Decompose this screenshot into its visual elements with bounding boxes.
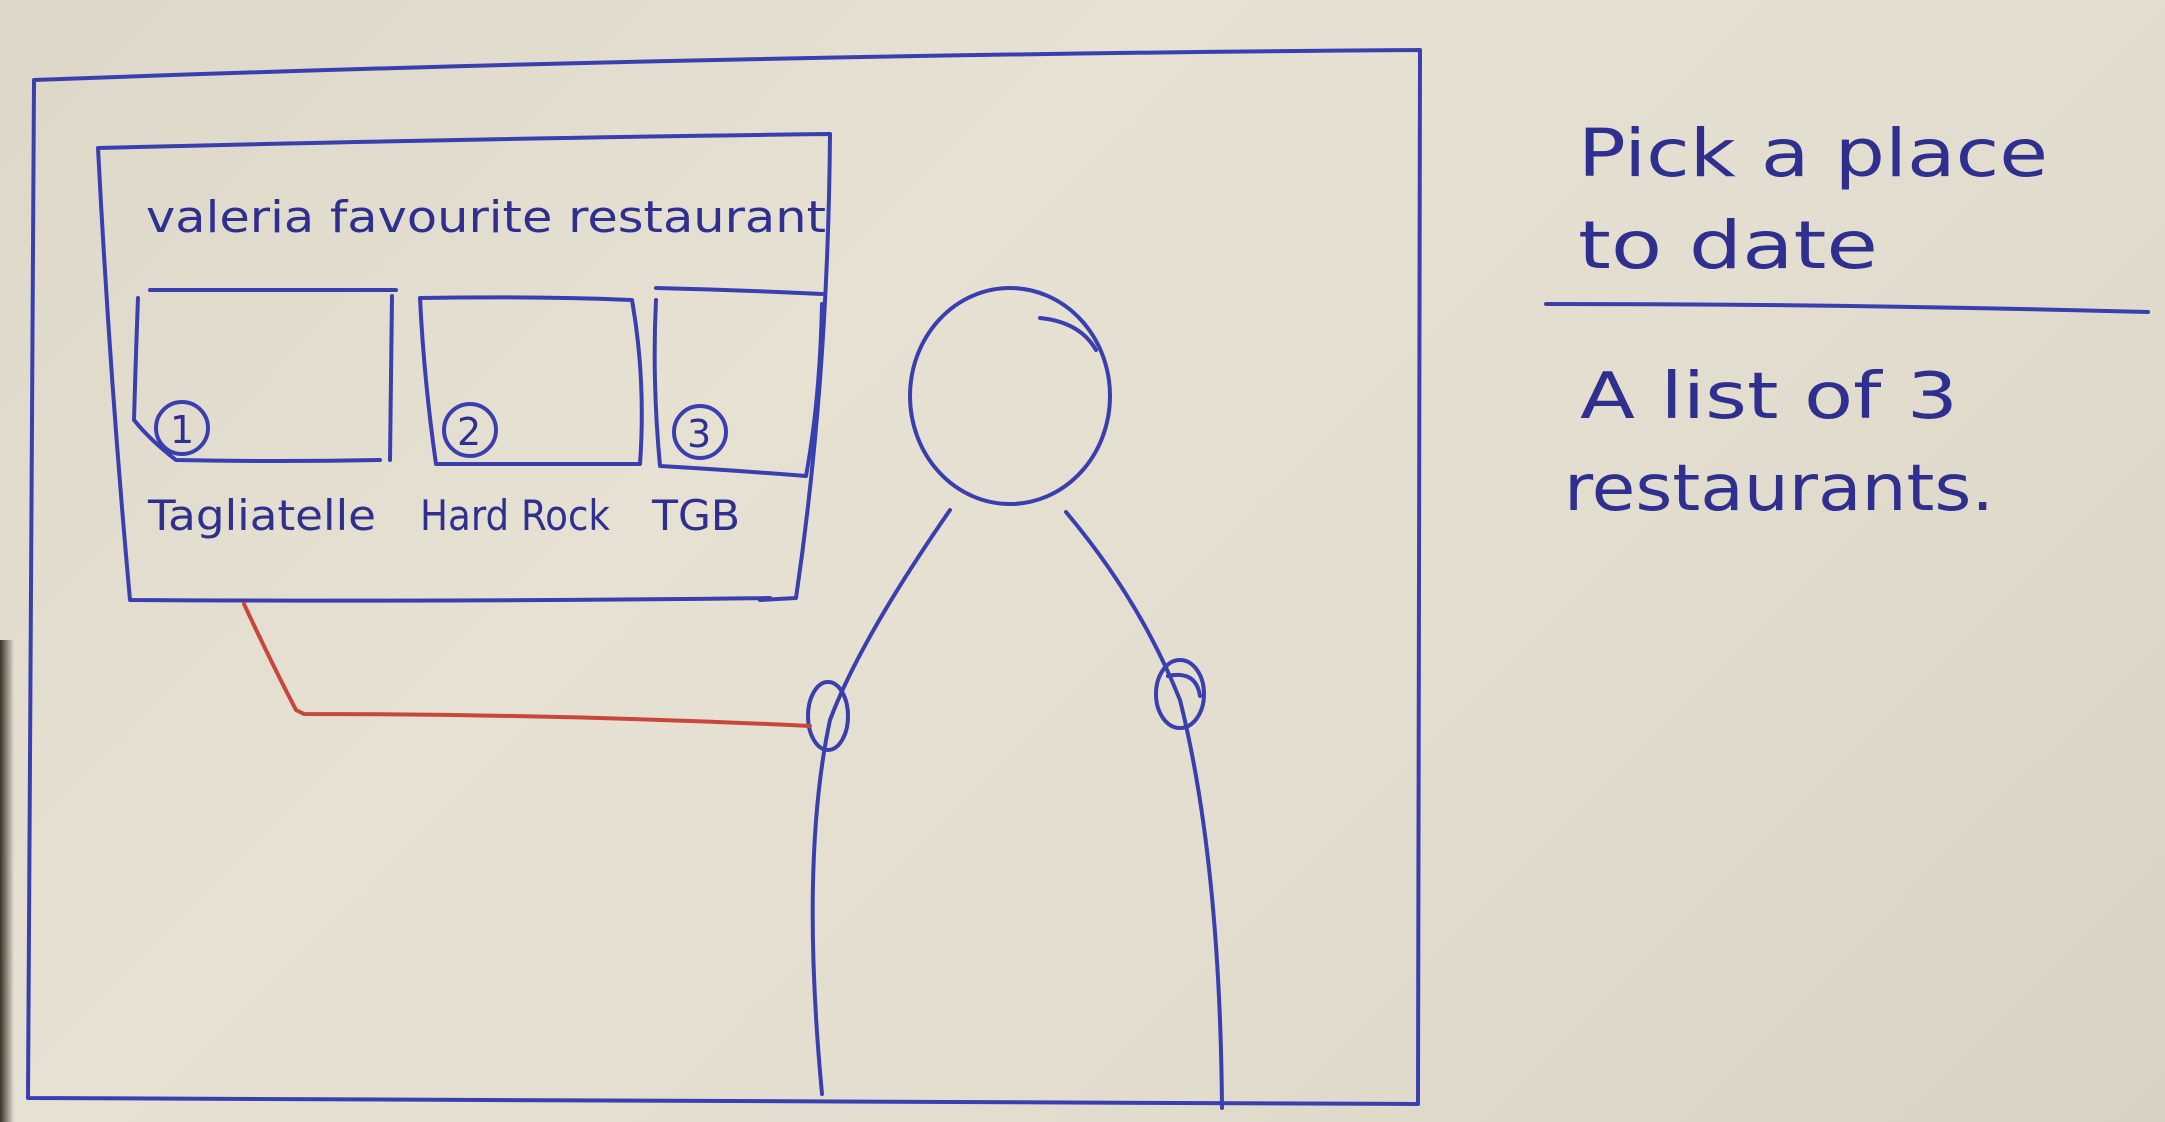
- notes-divider: [1544, 302, 2150, 314]
- user-figure: [806, 286, 1224, 1110]
- notes-heading-line-2: to date: [1578, 207, 1878, 284]
- user-body-left: [810, 508, 952, 1096]
- restaurant-name-3: TGB: [651, 491, 740, 540]
- panel-title: valeria favourite restaurant: [146, 192, 826, 243]
- interaction-connector: [242, 602, 812, 728]
- card-number-2: 2: [457, 410, 481, 454]
- notes-heading-line-1: Pick a place: [1578, 115, 2048, 192]
- notes-description-line-2: restaurants.: [1564, 452, 1994, 526]
- sketch-paper: valeria favourite restaurant 1 Tagliatel…: [0, 0, 2165, 1122]
- restaurant-card-2[interactable]: 2 Hard Rock: [418, 295, 644, 540]
- restaurant-name-2: Hard Rock: [420, 491, 611, 540]
- wireframe-sketch: valeria favourite restaurant 1 Tagliatel…: [26, 48, 2150, 1110]
- restaurant-card-3[interactable]: 3 TGB: [651, 286, 824, 540]
- user-body-right: [1064, 510, 1224, 1110]
- user-right-hand: [1154, 658, 1206, 730]
- restaurant-card-1[interactable]: 1 Tagliatelle: [132, 288, 398, 540]
- card-number-3: 3: [687, 412, 711, 456]
- user-head: [908, 286, 1112, 506]
- notes-description-line-1: A list of 3: [1580, 360, 1958, 434]
- restaurant-name-1: Tagliatelle: [147, 491, 376, 540]
- card-number-1: 1: [170, 408, 194, 452]
